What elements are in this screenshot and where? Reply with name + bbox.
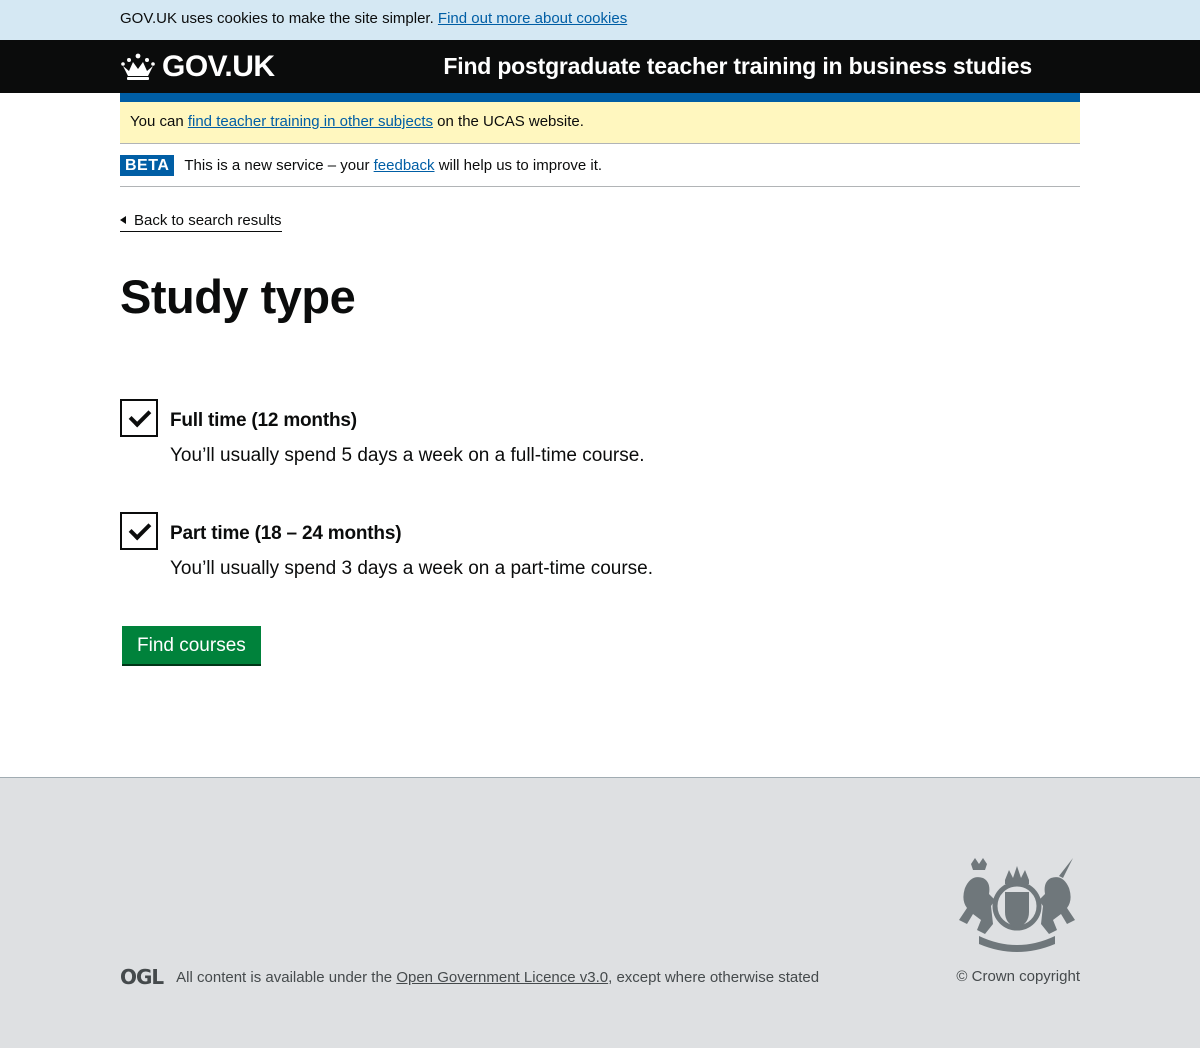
open-government-licence-link[interactable]: Open Government Licence v3.0	[396, 969, 608, 986]
beta-tag: BETA	[120, 154, 175, 176]
feedback-link[interactable]: feedback	[374, 157, 435, 174]
site-footer: OGL All content is available under the O…	[0, 777, 1200, 1048]
notice-prefix: You can	[130, 113, 184, 130]
part-time-checkbox[interactable]	[120, 512, 158, 550]
licence-suffix: , except where otherwise stated	[608, 968, 820, 986]
page-title: Study type	[120, 270, 356, 323]
crown-icon	[121, 53, 155, 80]
govuk-logo-link[interactable]: GOV.UK	[120, 50, 275, 84]
back-link-label: Back to search results	[134, 212, 282, 229]
checkmark-icon	[128, 404, 152, 428]
cookie-info-link[interactable]: Find out more about cookies	[438, 10, 627, 27]
find-courses-button[interactable]: Find courses	[122, 626, 261, 664]
phase-banner: BETA This is a new service – your feedba…	[120, 144, 1080, 187]
checkmark-icon	[128, 517, 152, 541]
ucas-notice: You can find teacher training in other s…	[120, 102, 1080, 144]
phase-prefix: This is a new service – your	[184, 156, 370, 174]
licence-prefix: All content is available under the	[176, 968, 393, 986]
back-link[interactable]: Back to search results	[120, 211, 282, 232]
royal-coat-of-arms-icon	[955, 854, 1080, 960]
full-time-hint: You’ll usually spend 5 days a week on a …	[170, 445, 645, 466]
full-time-label[interactable]: Full time (12 months)	[170, 399, 1080, 433]
service-name: Find postgraduate teacher training in bu…	[443, 53, 1032, 79]
phase-banner-text: This is a new service – your feedback wi…	[184, 157, 602, 174]
back-arrow-icon	[120, 216, 126, 224]
site-header: GOV.UK Find postgraduate teacher trainin…	[0, 40, 1200, 93]
ogl-logo: OGL	[120, 965, 164, 989]
part-time-label[interactable]: Part time (18 – 24 months)	[170, 512, 1080, 546]
full-time-checkbox[interactable]	[120, 399, 158, 437]
header-blue-rule	[120, 93, 1080, 102]
notice-suffix: on the UCAS website.	[437, 113, 584, 130]
footer-licence: OGL All content is available under the O…	[120, 965, 819, 989]
crown-copyright-link[interactable]: © Crown copyright	[956, 968, 1080, 985]
other-subjects-link[interactable]: find teacher training in other subjects	[188, 113, 433, 130]
cookie-banner-text: GOV.UK uses cookies to make the site sim…	[120, 10, 434, 27]
part-time-hint: You’ll usually spend 3 days a week on a …	[170, 558, 654, 579]
option-part-time[interactable]: Part time (18 – 24 months) You’ll usuall…	[120, 512, 1080, 581]
logo-text: GOV.UK	[162, 49, 275, 83]
option-full-time[interactable]: Full time (12 months) You’ll usually spe…	[120, 399, 1080, 468]
phase-suffix: will help us to improve it.	[438, 156, 603, 174]
cookie-banner: GOV.UK uses cookies to make the site sim…	[0, 0, 1200, 40]
